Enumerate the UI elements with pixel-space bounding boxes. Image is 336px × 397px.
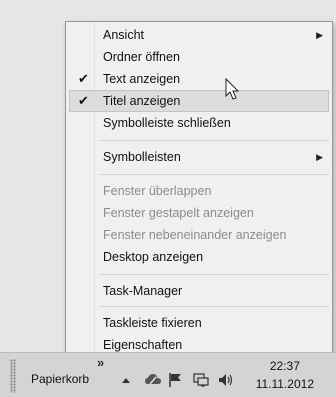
speaker-icon[interactable]: [218, 373, 234, 387]
menu-item-label: Desktop anzeigen: [103, 250, 204, 264]
taskbar-context-menu: Ansicht ▶ Ordner öffnen ✔ Text anzeigen …: [65, 21, 333, 356]
menu-item-label: Taskleiste fixieren: [103, 316, 202, 330]
checkmark-icon: ✔: [78, 93, 89, 108]
menu-separator: [99, 274, 329, 275]
up-arrow-icon[interactable]: [122, 377, 130, 383]
menu-item-label: Titel anzeigen: [103, 94, 181, 108]
menu-separator: [99, 306, 329, 307]
menu-item-task-manager[interactable]: Task-Manager: [69, 280, 329, 302]
network-icon[interactable]: [193, 373, 209, 387]
menu-separator: [99, 174, 329, 175]
toolbar-overflow-chevron[interactable]: »: [97, 355, 104, 370]
menu-item-ordner-oeffnen[interactable]: Ordner öffnen: [69, 46, 329, 68]
toolbar-label-papierkorb[interactable]: Papierkorb: [31, 372, 89, 386]
menu-item-label: Text anzeigen: [103, 72, 181, 86]
menu-item-label: Ordner öffnen: [103, 50, 180, 64]
menu-item-label: Task-Manager: [103, 284, 183, 298]
system-clock[interactable]: 22:37 11.11.2012: [256, 357, 314, 393]
menu-item-label: Fenster gestapelt anzeigen: [103, 206, 254, 220]
menu-item-label: Fenster überlappen: [103, 184, 212, 198]
menu-item-symbolleiste-schliessen[interactable]: Symbolleiste schließen: [69, 112, 329, 134]
toolbar-grip-icon[interactable]: [10, 359, 16, 393]
menu-item-symbolleisten[interactable]: Symbolleisten ▶: [69, 146, 329, 168]
clock-date: 11.11.2012: [255, 377, 314, 391]
menu-item-label: Symbolleisten: [103, 150, 181, 164]
menu-item-label: Ansicht: [103, 28, 144, 42]
menu-item-fenster-ueberlappen: Fenster überlappen: [69, 180, 329, 202]
mouse-cursor-icon: [225, 78, 240, 100]
menu-separator: [99, 140, 329, 141]
flag-icon[interactable]: [169, 373, 183, 387]
menu-item-taskleiste-fixieren[interactable]: Taskleiste fixieren: [69, 312, 329, 334]
submenu-arrow-icon: ▶: [316, 30, 323, 40]
taskbar: Papierkorb » 22:37 11.11.2012: [0, 352, 336, 397]
menu-item-label: Fenster nebeneinander anzeigen: [103, 228, 287, 242]
menu-item-fenster-gestapelt: Fenster gestapelt anzeigen: [69, 202, 329, 224]
menu-item-desktop-anzeigen[interactable]: Desktop anzeigen: [69, 246, 329, 268]
menu-item-text-anzeigen[interactable]: ✔ Text anzeigen: [69, 68, 329, 90]
menu-item-fenster-nebeneinander: Fenster nebeneinander anzeigen: [69, 224, 329, 246]
menu-item-titel-anzeigen[interactable]: ✔ Titel anzeigen: [69, 90, 329, 112]
menu-item-ansicht[interactable]: Ansicht ▶: [69, 24, 329, 46]
submenu-arrow-icon: ▶: [316, 152, 323, 162]
checkmark-icon: ✔: [78, 71, 89, 86]
clock-time: 22:37: [269, 359, 300, 373]
menu-item-label: Symbolleiste schließen: [103, 116, 231, 130]
cloud-icon[interactable]: [145, 373, 161, 385]
